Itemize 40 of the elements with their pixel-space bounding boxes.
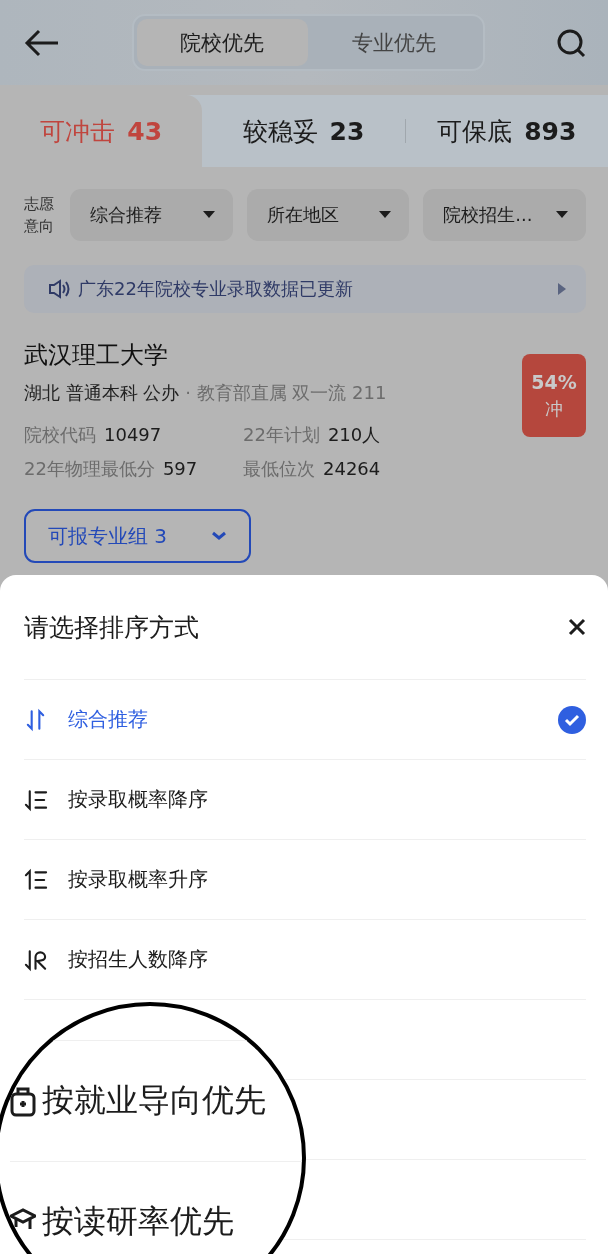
briefcase-icon: [10, 1085, 36, 1117]
sort-option[interactable]: 按录取概率降序: [24, 760, 586, 840]
sort-option[interactable]: 按录取概率升序: [24, 840, 586, 920]
filter-dropdown[interactable]: 综合推荐: [70, 189, 233, 241]
school-stat: 院校代码 10497: [24, 423, 163, 447]
notice-bar[interactable]: 广东22年院校专业录取数据已更新: [24, 265, 586, 313]
filter-dropdown[interactable]: 院校招生...: [423, 189, 586, 241]
sort-option[interactable]: 按招生人数降序: [24, 920, 586, 1000]
sheet-title: 请选择排序方式: [24, 611, 199, 644]
close-icon[interactable]: [568, 618, 586, 636]
notice-text: 广东22年院校专业录取数据已更新: [78, 277, 354, 301]
check-circle-icon: [558, 705, 586, 734]
sort-ascending-icon: [24, 867, 48, 892]
back-arrow-icon[interactable]: [24, 27, 60, 58]
probability-value: 54%: [531, 370, 577, 393]
category-tab[interactable]: 较稳妥 23: [202, 95, 405, 167]
caret-icon: [202, 211, 215, 219]
school-stat: 22年计划 210人: [243, 423, 382, 447]
school-stat: 最低位次 24264: [243, 457, 382, 481]
filter-dropdown[interactable]: 所在地区: [246, 189, 410, 241]
sort-descending-icon: [24, 787, 48, 812]
sort-option-magnified: 按读研率优先: [42, 1201, 234, 1242]
school-tags: 湖北 普通本科 公办 · 教育部直属 双一流 211: [24, 381, 387, 405]
caret-icon: [556, 211, 568, 219]
filter-label: 志愿意向: [24, 194, 55, 237]
segment-tab[interactable]: 院校优先: [136, 19, 308, 66]
caret-icon: [379, 211, 392, 219]
sort-people-icon: [24, 947, 48, 972]
probability-label: 冲: [545, 396, 563, 421]
segment-tab[interactable]: 专业优先: [308, 19, 480, 66]
speaker-icon: [48, 279, 70, 299]
school-stat: 22年物理最低分 597: [24, 457, 199, 481]
play-icon: [558, 283, 566, 295]
sort-option-magnified: 按就业导向优先: [42, 1080, 266, 1121]
category-tab[interactable]: 可保底 893: [405, 95, 608, 167]
sort-option[interactable]: 综合推荐: [24, 680, 586, 760]
search-icon[interactable]: [556, 27, 586, 58]
major-groups-button[interactable]: 可报专业组 3: [24, 509, 251, 563]
chevron-down-icon: [211, 531, 227, 541]
school-name: 武汉理工大学: [24, 340, 169, 371]
